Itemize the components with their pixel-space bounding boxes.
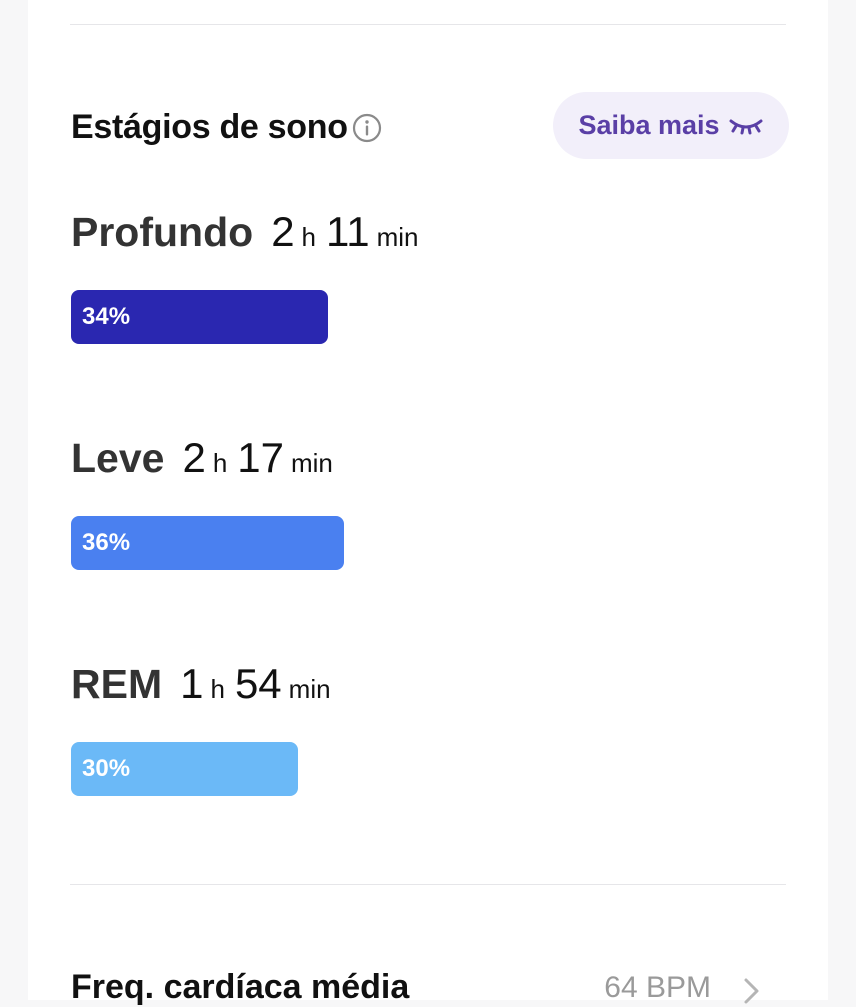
heart-rate-value: 64 BPM	[604, 970, 711, 1004]
stage-hours-unit: h	[301, 222, 317, 252]
stage-percent: 30%	[82, 755, 131, 782]
stage-minutes: 54	[234, 660, 282, 707]
top-divider	[70, 24, 786, 25]
stage-deep-header: Profundo 2 h 11 min	[71, 208, 429, 256]
stage-name: Profundo	[71, 209, 254, 255]
closed-eye-icon	[729, 119, 763, 134]
stage-name: Leve	[71, 435, 165, 481]
stage-light-bar: 36%	[71, 516, 344, 570]
stage-minutes-unit: min	[291, 448, 333, 478]
stage-hours: 2	[271, 208, 295, 255]
stage-percent: 34%	[82, 303, 131, 330]
section-header: Estágios de sono	[71, 108, 382, 147]
stage-hours: 2	[182, 434, 206, 481]
heart-rate-label: Freq. cardíaca média	[71, 968, 410, 1006]
stage-light-header: Leve 2 h 17 min	[71, 434, 343, 482]
info-icon[interactable]	[352, 113, 382, 143]
stage-deep-bar: 34%	[71, 290, 329, 344]
stage-minutes: 11	[326, 208, 370, 255]
stage-percent: 36%	[82, 529, 131, 556]
bottom-divider	[70, 884, 786, 885]
stage-hours-unit: h	[210, 674, 225, 704]
heart-rate-row[interactable]: Freq. cardíaca média 64 BPM	[71, 968, 771, 1007]
stage-rem-header: REM 1 h 54 min	[71, 660, 341, 708]
stage-hours-unit: h	[212, 448, 228, 478]
stage-minutes-unit: min	[288, 674, 331, 704]
stage-minutes-unit: min	[376, 222, 419, 252]
learn-more-button[interactable]: Saiba mais	[553, 92, 789, 159]
stage-light: Leve 2 h 17 min	[71, 434, 343, 482]
stage-rem-bar: 30%	[71, 742, 299, 796]
stage-hours: 1	[180, 660, 204, 707]
stage-minutes: 17	[237, 434, 284, 481]
stage-name: REM	[71, 661, 163, 707]
stage-rem: REM 1 h 54 min	[71, 660, 341, 708]
stage-deep: Profundo 2 h 11 min	[71, 208, 429, 256]
section-title: Estágios de sono	[71, 108, 348, 146]
chevron-right-icon[interactable]	[742, 976, 762, 1006]
learn-more-label: Saiba mais	[578, 110, 720, 140]
